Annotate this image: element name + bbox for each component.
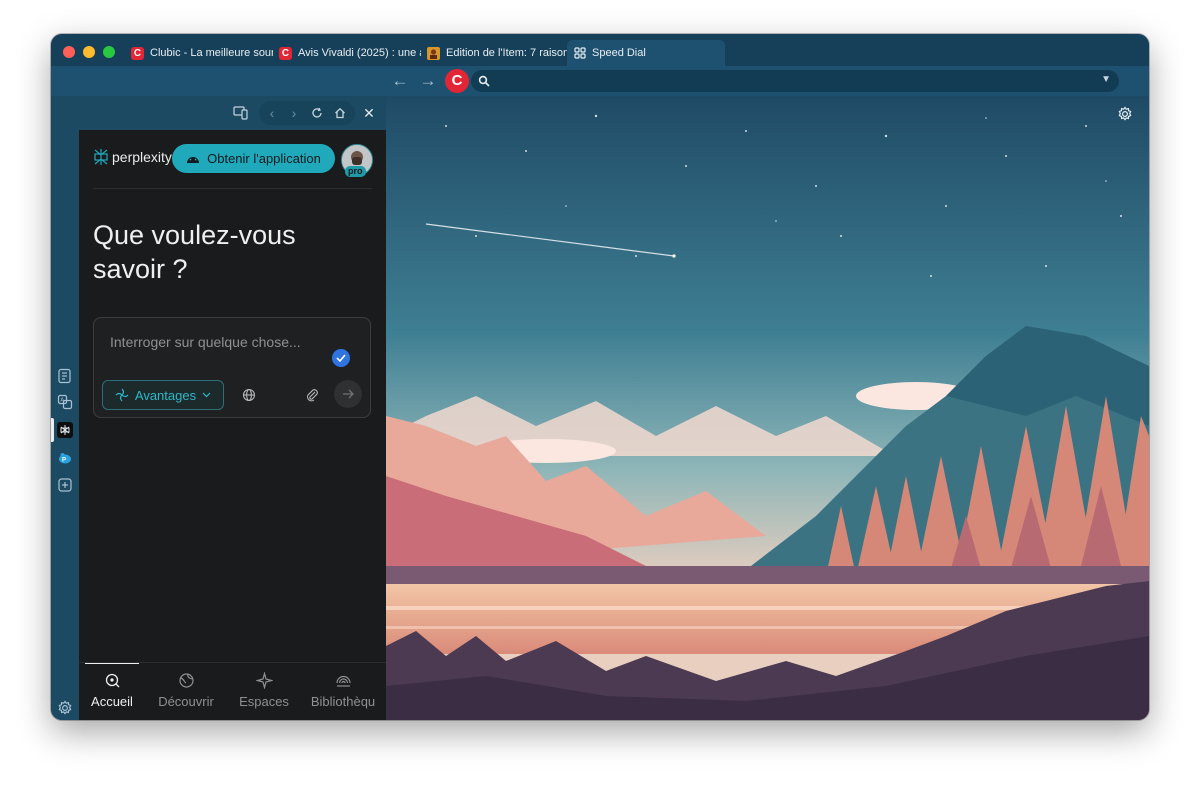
item-thumbnail-icon bbox=[427, 46, 440, 60]
tab-speed-dial[interactable]: Speed Dial bbox=[567, 40, 725, 66]
svg-text:P: P bbox=[62, 458, 66, 464]
tab-clubic[interactable]: C Clubic - La meilleure source bbox=[125, 40, 279, 66]
svg-text:A: A bbox=[60, 398, 64, 404]
panel-bar: A P bbox=[51, 96, 79, 720]
address-toolbar: ← → C ▼ bbox=[51, 66, 1149, 96]
landscape-wallpaper bbox=[386, 96, 1149, 720]
clubic-logo-icon: C bbox=[131, 46, 144, 60]
globe-icon bbox=[178, 673, 194, 688]
get-app-label: Obtenir l'application bbox=[207, 151, 321, 166]
focus-icon bbox=[115, 388, 129, 402]
zoom-window-button[interactable] bbox=[103, 46, 115, 58]
tab-label: Edition de l'Item: 7 raisons bbox=[446, 47, 569, 59]
address-input[interactable] bbox=[495, 70, 1099, 94]
nav-item-discover[interactable]: Découvrir bbox=[151, 663, 221, 720]
active-nav-indicator bbox=[85, 663, 139, 664]
perplexity-panel-icon[interactable] bbox=[57, 422, 73, 438]
nav-item-home[interactable]: Accueil bbox=[85, 663, 139, 720]
tab-vivaldi-review[interactable]: C Avis Vivaldi (2025) : une alternative bbox=[273, 40, 427, 66]
search-home-icon bbox=[105, 673, 119, 688]
nav-label: Découvrir bbox=[158, 694, 214, 709]
get-app-button[interactable]: Obtenir l'application bbox=[172, 144, 335, 173]
speed-dial-settings-icon[interactable] bbox=[1117, 106, 1133, 122]
tab-label: Clubic - La meilleure source bbox=[150, 47, 273, 59]
mobile-view-icon[interactable] bbox=[231, 103, 251, 123]
panel-back-icon[interactable]: ‹ bbox=[262, 103, 282, 123]
submit-button[interactable] bbox=[334, 380, 362, 408]
search-icon bbox=[478, 74, 490, 92]
minimize-window-button[interactable] bbox=[83, 46, 95, 58]
divider bbox=[93, 188, 372, 189]
notes-icon[interactable] bbox=[57, 368, 73, 384]
page-title: Que voulez-vous savoir ? bbox=[93, 220, 296, 284]
advantages-dropdown[interactable]: Avantages bbox=[102, 380, 224, 410]
library-icon bbox=[335, 675, 351, 687]
globe-icon[interactable] bbox=[241, 387, 257, 403]
speed-dial-background bbox=[386, 96, 1149, 720]
advantages-label: Avantages bbox=[134, 387, 197, 403]
panel-close-icon[interactable]: ✕ bbox=[359, 103, 379, 123]
arrow-right-icon bbox=[343, 389, 354, 399]
back-arrow-icon[interactable]: ← bbox=[389, 70, 411, 92]
tab-label: Avis Vivaldi (2025) : une alternative bbox=[298, 47, 421, 59]
android-icon bbox=[187, 157, 200, 163]
panel-forward-icon[interactable]: › bbox=[284, 103, 304, 123]
ask-box: Avantages bbox=[93, 317, 371, 418]
active-panel-indicator bbox=[51, 418, 54, 442]
pro-badge: pro bbox=[345, 166, 366, 177]
perplexity-logo[interactable]: perplexity bbox=[93, 148, 172, 166]
settings-gear-icon[interactable] bbox=[57, 700, 73, 716]
window-controls bbox=[63, 46, 115, 58]
mastodon-panel-icon[interactable]: P bbox=[57, 450, 73, 466]
ask-input[interactable] bbox=[108, 330, 352, 354]
translate-icon[interactable]: A bbox=[57, 394, 73, 410]
nav-label: Espaces bbox=[239, 694, 289, 709]
chevron-down-icon bbox=[202, 392, 211, 398]
check-icon[interactable] bbox=[332, 349, 350, 367]
brand-name: perplexity bbox=[112, 149, 172, 165]
panel-home-icon[interactable] bbox=[330, 103, 350, 123]
address-bar[interactable]: ▼ bbox=[471, 70, 1119, 94]
tab-label: Speed Dial bbox=[592, 47, 646, 59]
add-panel-icon[interactable] bbox=[57, 477, 73, 493]
panel-header: ‹ › ✕ bbox=[79, 96, 386, 130]
perplexity-panel: perplexity Obtenir l'application pro Que… bbox=[79, 130, 386, 720]
site-badge-icon[interactable]: C bbox=[445, 69, 469, 93]
forward-arrow-icon[interactable]: → bbox=[417, 70, 439, 92]
nav-item-library[interactable]: Bibliothèqu bbox=[307, 663, 379, 720]
nav-label: Accueil bbox=[91, 694, 133, 709]
close-window-button[interactable] bbox=[63, 46, 75, 58]
nav-item-spaces[interactable]: Espaces bbox=[231, 663, 297, 720]
tab-bar: C Clubic - La meilleure source C Avis Vi… bbox=[51, 34, 1149, 66]
paperclip-icon[interactable] bbox=[304, 387, 320, 403]
panel-reload-icon[interactable] bbox=[307, 103, 327, 123]
clubic-logo-icon: C bbox=[279, 46, 292, 60]
nav-label: Bibliothèqu bbox=[310, 694, 376, 709]
speed-dial-icon bbox=[573, 47, 586, 60]
perplexity-logo-icon bbox=[94, 149, 108, 165]
sparkle-icon bbox=[255, 672, 273, 689]
browser-window: C Clubic - La meilleure source C Avis Vi… bbox=[51, 34, 1149, 720]
tab-item-edition[interactable]: Edition de l'Item: 7 raisons bbox=[421, 40, 575, 66]
bottom-nav: Accueil Découvrir Espaces Bibliothèqu bbox=[79, 662, 386, 720]
chevron-down-icon[interactable]: ▼ bbox=[1101, 74, 1111, 85]
